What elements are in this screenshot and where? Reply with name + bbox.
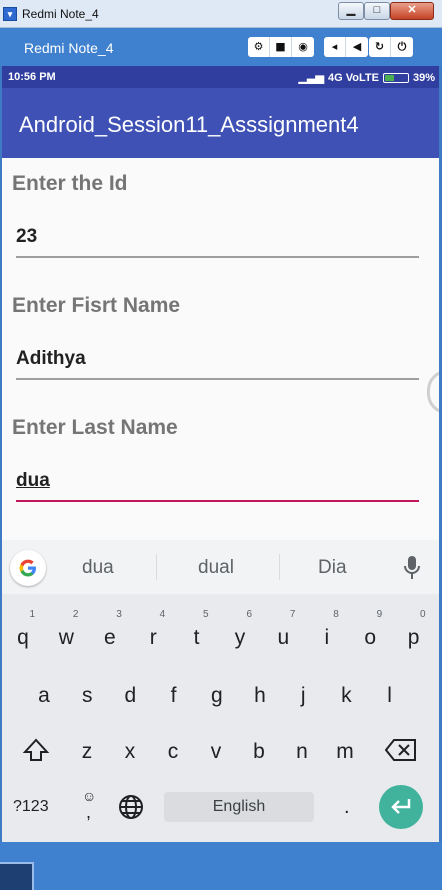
key-hint: 2	[72, 609, 79, 620]
key-z[interactable]: z	[67, 732, 107, 772]
key-o[interactable]: o9	[350, 610, 390, 658]
key-x[interactable]: x	[110, 732, 150, 772]
key-hint: 7	[289, 609, 296, 620]
key-b[interactable]: b	[239, 732, 279, 772]
emulator-tools-group: ⚙ ■ ◉	[248, 37, 314, 57]
backspace-key-icon[interactable]	[385, 738, 417, 762]
suggestion-divider	[279, 554, 280, 580]
app-bar: Android_Session11_Asssignment4	[2, 88, 439, 158]
window-title-bar: ▾ Redmi Note_4 ▁ □ ✕	[0, 0, 442, 28]
battery-percent: 39%	[412, 71, 435, 84]
id-value: 23	[16, 226, 38, 247]
close-button[interactable]: ✕	[390, 2, 434, 20]
enter-key[interactable]	[379, 785, 423, 829]
key-q[interactable]: q1	[3, 610, 43, 658]
suggestion-2[interactable]: dual	[198, 557, 234, 579]
status-bar: 10:56 PM ▁▃▅ 4G VoLTE 39%	[2, 66, 439, 88]
volume-group: ◂ ◀	[324, 37, 368, 57]
key-u[interactable]: u7	[263, 610, 303, 658]
key-k[interactable]: k	[326, 676, 366, 716]
key-i[interactable]: i8	[307, 610, 347, 658]
last-name-value: dua	[16, 470, 50, 491]
key-hint: 0	[420, 609, 426, 620]
key-w[interactable]: w2	[46, 610, 86, 658]
key-j[interactable]: j	[283, 676, 323, 716]
period-key[interactable]: .	[344, 796, 350, 819]
window-title: Redmi Note_4	[22, 7, 99, 21]
signal-icon: ▁▃▅	[298, 72, 325, 84]
key-d[interactable]: d	[110, 676, 150, 716]
suggestion-1[interactable]: dua	[82, 557, 114, 579]
suggestion-strip: dua dual Dia	[2, 540, 439, 594]
battery-level	[384, 74, 394, 81]
suggestion-divider	[156, 554, 157, 580]
volume-up-icon[interactable]: ◀	[346, 37, 368, 57]
microphone-icon[interactable]	[402, 555, 422, 581]
key-hint: 8	[333, 609, 339, 620]
google-icon[interactable]	[10, 550, 46, 586]
battery-icon	[382, 72, 409, 83]
first-name-underline	[16, 378, 419, 380]
enter-arrow-icon	[391, 799, 411, 814]
app-title: Android_Session11_Asssignment4	[19, 112, 359, 137]
key-c[interactable]: c	[153, 732, 193, 772]
key-r[interactable]: r4	[133, 610, 173, 658]
shift-key-icon[interactable]	[22, 736, 50, 764]
key-hint: 5	[203, 609, 209, 620]
power-icon[interactable]: ⏻	[391, 37, 413, 57]
android-screen: 10:56 PM ▁▃▅ 4G VoLTE 39% Android_Sessio…	[2, 66, 439, 842]
key-v[interactable]: v	[196, 732, 236, 772]
id-underline	[16, 256, 419, 258]
symbols-key[interactable]: ?123	[13, 798, 49, 816]
key-hint: 1	[29, 609, 35, 620]
key-y[interactable]: y6	[220, 610, 260, 658]
last-name-label: Enter Last Name	[12, 416, 178, 439]
id-label: Enter the Id	[12, 172, 128, 195]
taskbar-corner	[0, 862, 34, 890]
key-f[interactable]: f	[154, 676, 194, 716]
maximize-button[interactable]: □	[364, 2, 390, 20]
first-name-field[interactable]: Adithya	[16, 340, 419, 380]
key-l[interactable]: l	[370, 676, 410, 716]
space-key[interactable]: English	[164, 792, 314, 822]
soft-keyboard: dua dual Dia q1w2e3r4t5y6u7i8o9p0 asdfgh…	[2, 540, 439, 842]
key-g[interactable]: g	[197, 676, 237, 716]
emulator-toolbar: Redmi Note_4 ⚙ ■ ◉ ◂ ◀ ↻ ⏻	[0, 28, 442, 66]
key-m[interactable]: m	[325, 732, 365, 772]
first-name-value: Adithya	[16, 348, 86, 369]
status-indicators: ▁▃▅ 4G VoLTE 39%	[298, 71, 435, 85]
window-app-icon: ▾	[3, 7, 17, 21]
last-name-field[interactable]: dua	[16, 462, 419, 502]
key-e[interactable]: e3	[90, 610, 130, 658]
first-name-label: Enter Fisrt Name	[12, 294, 181, 317]
key-s[interactable]: s	[67, 676, 107, 716]
network-label: 4G VoLTE	[328, 71, 379, 84]
key-a[interactable]: a	[24, 676, 64, 716]
gear-icon[interactable]: ⚙	[248, 37, 270, 57]
screenshot-icon[interactable]: ◉	[292, 37, 314, 57]
key-hint: 3	[116, 609, 122, 620]
emulator-window: ▾ Redmi Note_4 ▁ □ ✕ Redmi Note_4 ⚙ ■ ◉ …	[0, 0, 442, 890]
key-h[interactable]: h	[240, 676, 280, 716]
status-time: 10:56 PM	[8, 71, 56, 83]
key-t[interactable]: t5	[177, 610, 217, 658]
navigation-bar	[0, 842, 442, 890]
globe-icon[interactable]	[118, 794, 144, 820]
camera-icon[interactable]: ■	[270, 37, 292, 57]
scroll-edge-glow	[427, 370, 439, 414]
key-n[interactable]: n	[282, 732, 322, 772]
key-hint: 4	[159, 609, 166, 620]
power-group: ↻ ⏻	[369, 37, 413, 57]
emulator-title: Redmi Note_4	[24, 40, 114, 56]
rotate-icon[interactable]: ↻	[369, 37, 391, 57]
key-hint: 6	[246, 609, 252, 620]
id-field[interactable]: 23	[16, 218, 419, 258]
volume-down-icon[interactable]: ◂	[324, 37, 346, 57]
last-name-underline	[16, 500, 419, 502]
minimize-button[interactable]: ▁	[338, 2, 364, 20]
key-p[interactable]: p0	[394, 610, 434, 658]
comma-key[interactable]: ,	[86, 802, 91, 823]
suggestion-3[interactable]: Dia	[318, 557, 347, 579]
key-hint: 9	[376, 609, 383, 620]
